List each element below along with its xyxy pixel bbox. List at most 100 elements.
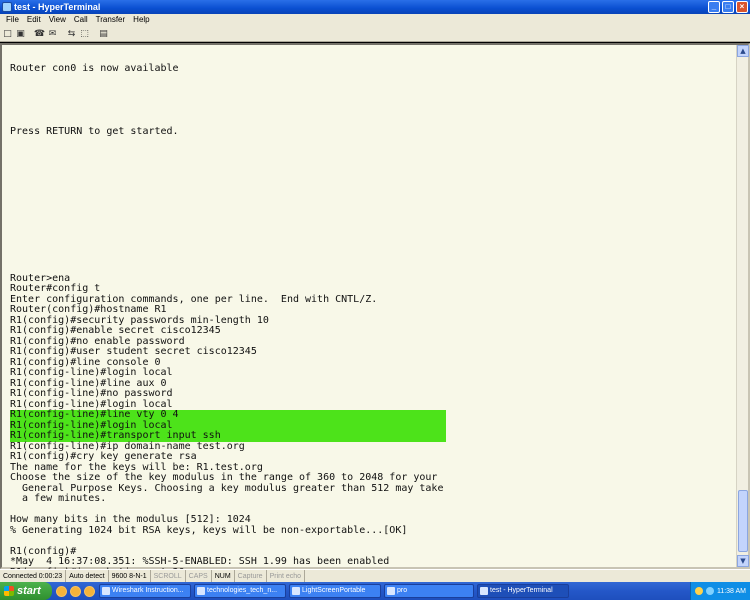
menu-view[interactable]: View	[45, 14, 70, 26]
menu-help[interactable]: Help	[129, 14, 153, 26]
scroll-thumb[interactable]	[738, 490, 748, 552]
new-connection-icon[interactable]: □	[2, 28, 13, 39]
receive-icon[interactable]: ⬚	[79, 28, 90, 39]
taskbar-button[interactable]: test - HyperTerminal	[477, 584, 569, 598]
status-capture: Capture	[235, 570, 267, 582]
toolbar: □ ▣ ☎ ✉ ⇆ ⬚ ▤	[0, 26, 750, 42]
terminal-text: R1(config)#security passwords min-length…	[10, 314, 269, 326]
terminal-text: R1(config)#user student secret cisco1234…	[10, 346, 257, 357]
tray-icon[interactable]	[694, 587, 703, 595]
taskbar: start Wireshark Instruction... technologi…	[0, 582, 750, 600]
terminal-text: General Purpose Keys. Choosing a key mod…	[10, 482, 444, 494]
properties-icon[interactable]: ▤	[98, 28, 109, 39]
network-icon[interactable]	[705, 587, 714, 595]
terminal-text: Router#config t	[10, 283, 101, 294]
terminal-text: R1(config)#	[10, 545, 77, 557]
terminal-text: R1(config)#no enable password	[10, 335, 185, 347]
window-controls: _ □ ×	[708, 1, 748, 13]
terminal-text: Press RETURN to get started.	[10, 125, 179, 137]
terminal-text: How many bits in the modulus [512]: 1024	[10, 514, 251, 525]
windows-logo-icon	[4, 586, 14, 596]
title-bar[interactable]: test - HyperTerminal _ □ ×	[0, 0, 750, 14]
terminal-text: Choose the size of the key modulus in th…	[10, 472, 438, 483]
terminal-line: Router con0 is now available	[10, 62, 736, 75]
firefox-icon[interactable]	[70, 585, 81, 597]
terminal-text: Router con0 is now available	[10, 62, 179, 74]
terminal-line: R1(config-line)#line vty 0 4	[10, 409, 736, 421]
status-bar: Connected 0:00:23 Auto detect 9600 8-N-1 SC…	[0, 569, 750, 582]
terminal-line: Press RETURN to get started.	[10, 125, 736, 138]
terminal-text: a few minutes.	[10, 493, 107, 504]
system-tray: 11:38 AM	[689, 582, 750, 600]
status-scroll: SCROLL	[151, 570, 186, 582]
terminal-text: % Generating 1024 bit RSA keys, keys wil…	[10, 524, 408, 536]
terminal-text: The name for the keys will be: R1.test.o…	[10, 461, 263, 473]
terminal-line: a few minutes.	[10, 493, 736, 505]
terminal-text: *May 4 16:37:08.351: %SSH-5-ENABLED: SSH…	[10, 556, 390, 567]
highlighted-command: R1(config-line)#line vty 0 4	[10, 409, 446, 421]
minimize-button[interactable]: _	[708, 1, 720, 13]
scroll-down-arrow-icon[interactable]: ▼	[737, 555, 749, 567]
clock[interactable]: 11:38 AM	[717, 588, 746, 595]
terminal-text: R1(config-line)#login local	[10, 398, 173, 410]
taskbar-button[interactable]: pro	[384, 584, 474, 598]
status-auto-detect: Auto detect	[66, 570, 109, 582]
terminal-text: Router>ena	[10, 272, 71, 284]
menu-call[interactable]: Call	[70, 14, 92, 26]
terminal-text: Enter configuration commands, one per li…	[10, 293, 378, 305]
terminal-line: General Purpose Keys. Choosing a key mod…	[10, 482, 736, 495]
status-print-echo: Print echo	[267, 570, 306, 582]
close-button[interactable]: ×	[736, 1, 748, 13]
terminal-text: R1(config)#line console 0	[10, 356, 161, 368]
terminal-text: R1(config)#cry key generate rsa	[10, 451, 197, 462]
maximize-button[interactable]: □	[722, 1, 734, 13]
hyperterminal-icon[interactable]	[2, 2, 12, 12]
terminal-window[interactable]: Router con0 is now available Press RETURN…	[0, 43, 750, 598]
menu-file[interactable]: File	[2, 14, 23, 26]
terminal-text: R1(config-line)#login local	[10, 367, 173, 378]
start-button[interactable]: start	[0, 582, 52, 600]
window-title: test - HyperTerminal	[14, 2, 101, 12]
terminal-line: Router>ena	[10, 272, 736, 285]
status-num: NUM	[212, 570, 235, 582]
disconnect-phone-icon[interactable]: ☎	[34, 28, 45, 39]
status-9600-8-n-1: 9600 8-N-1	[109, 570, 151, 582]
terminal-text: Router(config)#hostname R1	[10, 304, 167, 315]
taskbar-button[interactable]: technologies_tech_n...	[194, 584, 286, 598]
hangup-icon[interactable]: ✉	[47, 28, 58, 39]
terminal-text: R1(config)#enable secret cisco12345	[10, 325, 221, 336]
quick-launch	[52, 585, 99, 597]
send-icon[interactable]: ⇆	[66, 28, 77, 39]
terminal-text: R1(config-line)#ip domain-name test.org	[10, 440, 245, 452]
menu-bar: File Edit View Call Transfer Help	[0, 14, 750, 26]
taskbar-button[interactable]: Wireshark Instruction...	[99, 584, 191, 598]
vertical-scrollbar[interactable]: ▲ ▼	[736, 45, 749, 567]
media-icon[interactable]	[84, 585, 95, 597]
open-icon[interactable]: ▣	[15, 28, 26, 39]
status-connected-0-00-23: Connected 0:00:23	[0, 570, 67, 582]
browser-icon[interactable]	[56, 585, 67, 597]
menu-transfer[interactable]: Transfer	[92, 14, 130, 26]
status-caps: CAPS	[186, 570, 212, 582]
taskbar-button[interactable]: LightScreenPortable	[289, 584, 381, 598]
terminal-text: R1(config-line)#no password	[10, 388, 173, 399]
terminal-line: % Generating 1024 bit RSA keys, keys wil…	[10, 524, 736, 537]
menu-edit[interactable]: Edit	[23, 14, 45, 26]
terminal-output[interactable]: Router con0 is now available Press RETURN…	[10, 53, 736, 599]
scroll-up-arrow-icon[interactable]: ▲	[737, 45, 749, 57]
